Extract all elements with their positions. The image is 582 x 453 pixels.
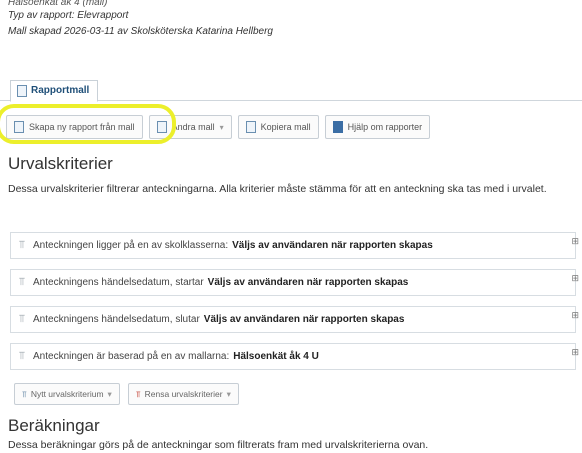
tab-rapportmall[interactable]: Rapportmall bbox=[10, 80, 99, 102]
filter-icon: ⫪ bbox=[18, 350, 26, 362]
help-reports-button[interactable]: Hjälp om rapporter bbox=[324, 115, 431, 139]
edit-template-label: Ändra mall bbox=[171, 122, 215, 132]
criterion-row[interactable]: ⫪ Anteckningen är baserad på en av malla… bbox=[10, 343, 579, 370]
filter-icon: ⫪ bbox=[18, 276, 26, 288]
edit-icon bbox=[156, 121, 167, 133]
criterion-value: Väljs av användaren när rapporten skapas bbox=[232, 240, 433, 251]
copy-template-label: Kopiera mall bbox=[260, 122, 311, 132]
criteria-actions: ⫪ Nytt urvalskriterium ▾ ⫪ Rensa urvalsk… bbox=[14, 383, 239, 405]
calculations-description: Dessa beräkningar görs på de anteckninga… bbox=[8, 439, 429, 451]
criterion-text: Anteckningen ligger på en av skolklasser… bbox=[33, 240, 229, 251]
report-type: Typ av rapport: Elevrapport bbox=[8, 10, 129, 21]
row-menu-icon[interactable]: ⊞ bbox=[571, 347, 579, 358]
chevron-down-icon: ▾ bbox=[107, 388, 112, 399]
row-menu-icon[interactable]: ⊞ bbox=[571, 310, 579, 321]
criterion-text: Anteckningens händelsedatum, startar bbox=[33, 277, 204, 288]
create-report-button[interactable]: Skapa ny rapport från mall bbox=[6, 115, 143, 139]
new-criterion-button[interactable]: ⫪ Nytt urvalskriterium ▾ bbox=[14, 383, 120, 405]
calculations-heading: Beräkningar bbox=[8, 416, 100, 435]
new-report-icon bbox=[14, 121, 24, 133]
tab-label: Rapportmall bbox=[31, 85, 90, 96]
new-criterion-label: Nytt urvalskriterium bbox=[30, 389, 104, 399]
filter-icon: ⫪ bbox=[18, 239, 26, 251]
criteria-description: Dessa urvalskriterier filtrerar anteckni… bbox=[8, 183, 547, 195]
filter-remove-icon: ⫪ bbox=[135, 388, 141, 399]
template-created-info: Mall skapad 2026-03-11 av Skolsköterska … bbox=[8, 26, 273, 37]
criterion-text: Anteckningens händelsedatum, slutar bbox=[33, 314, 200, 325]
criterion-value: Väljs av användaren när rapporten skapas bbox=[207, 277, 409, 288]
criterion-value: Väljs av användaren när rapporten skapas bbox=[203, 314, 405, 325]
row-menu-icon[interactable]: ⊞ bbox=[571, 236, 579, 247]
document-icon bbox=[17, 85, 27, 97]
template-toolbar: Skapa ny rapport från mall Ändra mall ▾ … bbox=[6, 114, 431, 140]
filter-add-icon: ⫪ bbox=[22, 388, 27, 399]
chevron-down-icon: ▾ bbox=[219, 122, 224, 132]
row-menu-icon[interactable]: ⊞ bbox=[571, 273, 579, 284]
criterion-row[interactable]: ⫪ Anteckningens händelsedatum, startar V… bbox=[10, 269, 579, 296]
criterion-text: Anteckningen är baserad på en av mallarn… bbox=[33, 351, 230, 362]
copy-icon bbox=[245, 121, 256, 133]
remove-criteria-label: Rensa urvalskriterier bbox=[144, 389, 223, 399]
create-report-label: Skapa ny rapport från mall bbox=[29, 122, 135, 132]
template-title-partial: Hälsoenkät åk 4 (mall) bbox=[8, 0, 108, 8]
edit-template-button[interactable]: Ändra mall ▾ bbox=[148, 115, 232, 139]
chevron-down-icon: ▾ bbox=[226, 388, 231, 399]
criteria-heading: Urvalskriterier bbox=[8, 154, 113, 173]
criterion-row[interactable]: ⫪ Anteckningens händelsedatum, slutar Vä… bbox=[10, 306, 579, 333]
help-reports-label: Hjälp om rapporter bbox=[347, 122, 423, 132]
criterion-row[interactable]: ⫪ Anteckningen ligger på en av skolklass… bbox=[10, 232, 579, 259]
filter-icon: ⫪ bbox=[18, 313, 26, 325]
help-book-icon bbox=[332, 121, 343, 133]
copy-template-button[interactable]: Kopiera mall bbox=[237, 115, 319, 139]
remove-criteria-button[interactable]: ⫪ Rensa urvalskriterier ▾ bbox=[127, 383, 239, 405]
criterion-value: Hälsoenkät åk 4 U bbox=[233, 351, 319, 362]
